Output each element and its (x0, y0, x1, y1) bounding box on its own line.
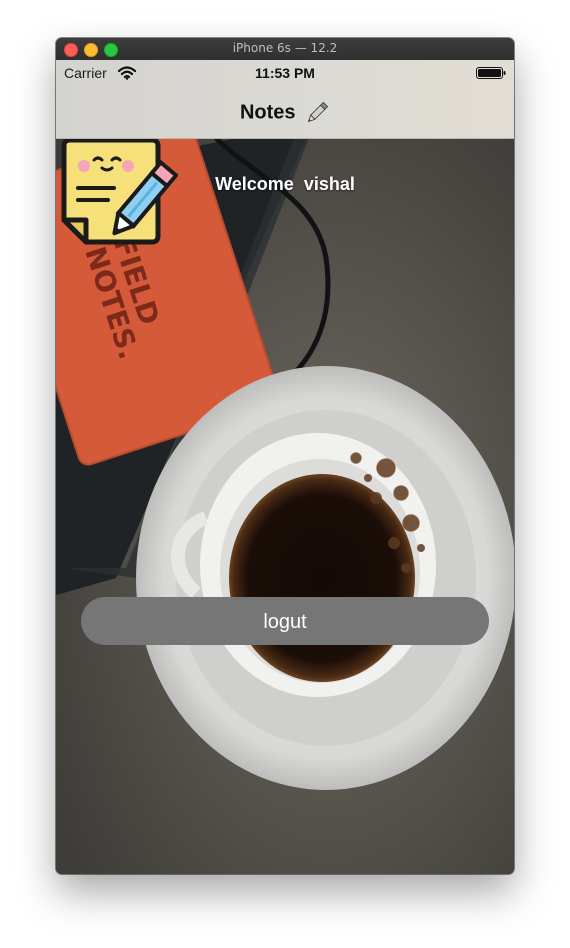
navigation-bar: Carrier 11:53 PM Notes (56, 60, 514, 139)
window-title: iPhone 6s — 12.2 (232, 41, 338, 55)
nav-title-group: Notes (56, 100, 514, 126)
simulator-window: iPhone 6s — 12.2 FIELD NOTES. Welcome vi… (56, 38, 514, 874)
status-time: 11:53 PM (255, 65, 315, 81)
background-photo: FIELD NOTES. Welcome vishal logut (56, 138, 514, 874)
page-title: Notes (239, 101, 296, 124)
logout-button[interactable]: logut (81, 597, 489, 645)
device-screen: FIELD NOTES. Welcome vishal logut Carrie… (56, 60, 514, 874)
pencil-icon (307, 101, 329, 123)
sticky-note-pencil-icon (61, 138, 178, 245)
window-titlebar[interactable]: iPhone 6s — 12.2 (56, 38, 514, 61)
battery-icon (476, 67, 506, 79)
